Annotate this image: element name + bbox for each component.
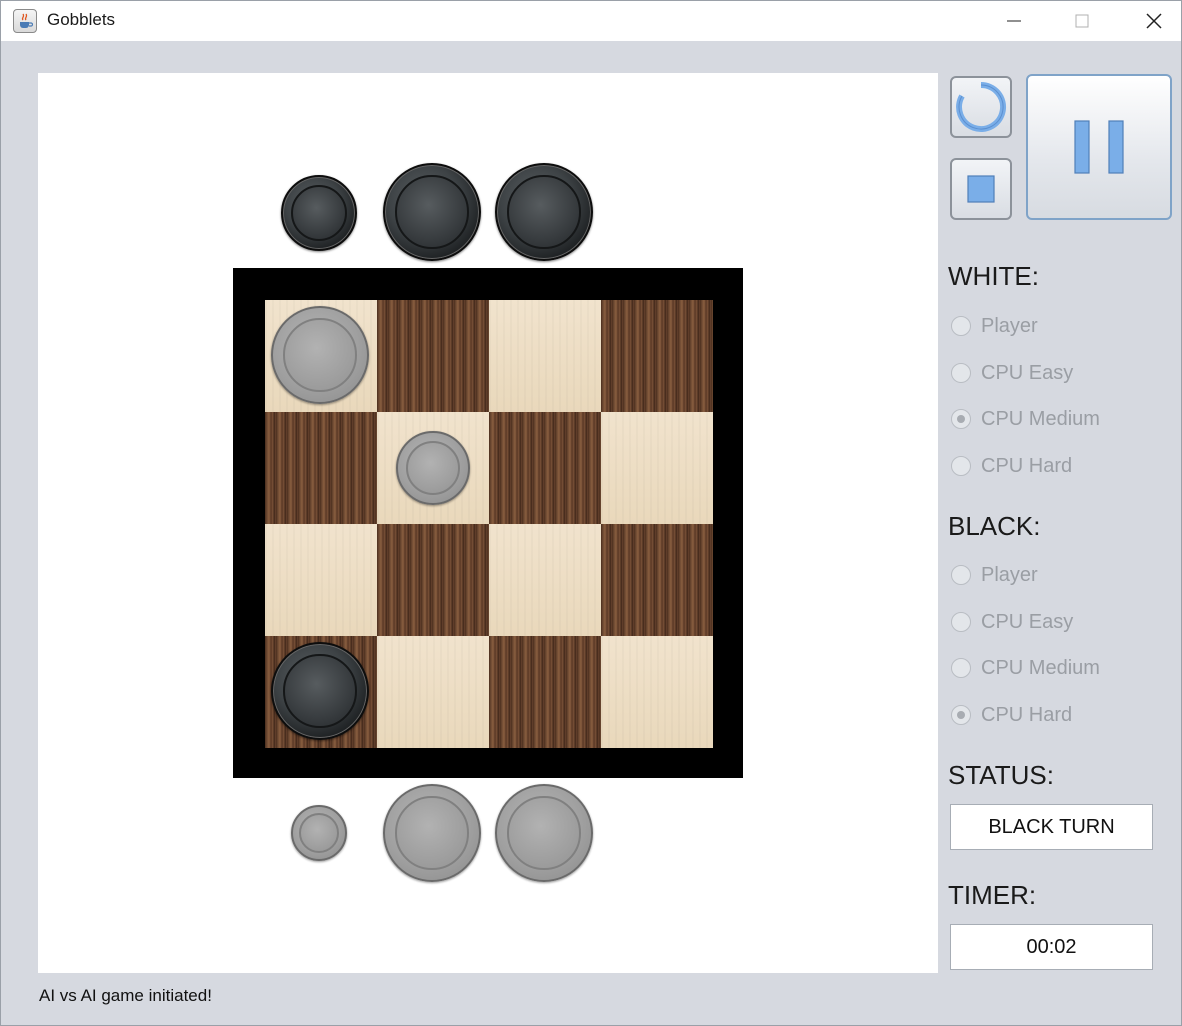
java-app-icon [13, 9, 37, 33]
black-radio-cpu-easy[interactable]: CPU Easy [951, 610, 1073, 634]
board-cell[interactable] [601, 300, 713, 412]
white-radio-player[interactable]: Player [951, 314, 1038, 338]
board-cell[interactable] [265, 524, 377, 636]
board-cell[interactable] [377, 524, 489, 636]
status-label: STATUS: [948, 760, 1054, 790]
board-cell[interactable] [489, 524, 601, 636]
status-message: AI vs AI game initiated! [39, 986, 212, 1005]
radio-indicator [951, 363, 971, 383]
board-cell[interactable] [377, 300, 489, 412]
black-reserve-piece[interactable] [495, 163, 593, 261]
board-cell[interactable] [489, 412, 601, 524]
white-piece-large[interactable] [271, 306, 369, 404]
stop-button[interactable] [950, 158, 1012, 220]
minimize-button[interactable] [991, 1, 1037, 41]
maximize-button[interactable] [1059, 1, 1105, 41]
radio-indicator-selected [951, 409, 971, 429]
black-radio-player[interactable]: Player [951, 563, 1038, 587]
radio-label: Player [981, 563, 1038, 586]
radio-label: CPU Medium [981, 407, 1100, 430]
radio-indicator [951, 612, 971, 632]
minimize-icon [1007, 20, 1021, 22]
radio-label: Player [981, 314, 1038, 337]
app-window: Gobblets WHITE: Player CPU Easy CPU Medi… [0, 0, 1182, 1026]
white-radio-cpu-medium[interactable]: CPU Medium [951, 407, 1100, 431]
radio-indicator [951, 565, 971, 585]
status-field: BLACK TURN [950, 804, 1153, 850]
black-section-label: BLACK: [948, 511, 1041, 541]
radio-label: CPU Easy [981, 610, 1074, 633]
black-reserve-piece[interactable] [383, 163, 481, 261]
board-cell[interactable] [489, 636, 601, 748]
radio-label: CPU Easy [981, 361, 1074, 384]
maximize-icon [1075, 14, 1089, 28]
black-reserve-piece[interactable] [281, 175, 357, 251]
board-cell[interactable] [265, 412, 377, 524]
radio-label: CPU Hard [981, 703, 1073, 726]
radio-label: CPU Medium [981, 656, 1100, 679]
black-radio-cpu-medium[interactable]: CPU Medium [951, 656, 1100, 680]
board-cell[interactable] [377, 636, 489, 748]
timer-label: TIMER: [948, 880, 1037, 910]
white-reserve-piece[interactable] [291, 805, 347, 861]
board-frame [233, 268, 743, 778]
white-radio-cpu-hard[interactable]: CPU Hard [951, 454, 1072, 478]
radio-indicator [951, 658, 971, 678]
restart-button[interactable] [950, 76, 1012, 138]
black-piece-large[interactable] [271, 642, 369, 740]
close-button[interactable] [1131, 1, 1177, 41]
radio-indicator [951, 316, 971, 336]
title-bar[interactable]: Gobblets [1, 1, 1181, 41]
pause-icon [1074, 120, 1124, 174]
radio-indicator [951, 456, 971, 476]
board-cell[interactable] [601, 636, 713, 748]
board-cell[interactable] [489, 300, 601, 412]
white-piece-medium[interactable] [396, 431, 470, 505]
white-reserve-piece[interactable] [495, 784, 593, 882]
timer-field: 00:02 [950, 924, 1153, 970]
board-cell[interactable] [601, 524, 713, 636]
radio-label: CPU Hard [981, 454, 1073, 477]
white-section-label: WHITE: [948, 261, 1039, 291]
restart-icon [956, 82, 1007, 132]
white-radio-cpu-easy[interactable]: CPU Easy [951, 361, 1073, 385]
stop-icon [967, 175, 995, 203]
white-reserve-piece[interactable] [383, 784, 481, 882]
pause-button[interactable] [1026, 74, 1172, 220]
radio-indicator-selected [951, 705, 971, 725]
black-radio-cpu-hard[interactable]: CPU Hard [951, 703, 1072, 727]
close-icon [1146, 13, 1162, 29]
window-title: Gobblets [47, 10, 116, 29]
board-cell[interactable] [601, 412, 713, 524]
game-board-panel [38, 73, 938, 973]
